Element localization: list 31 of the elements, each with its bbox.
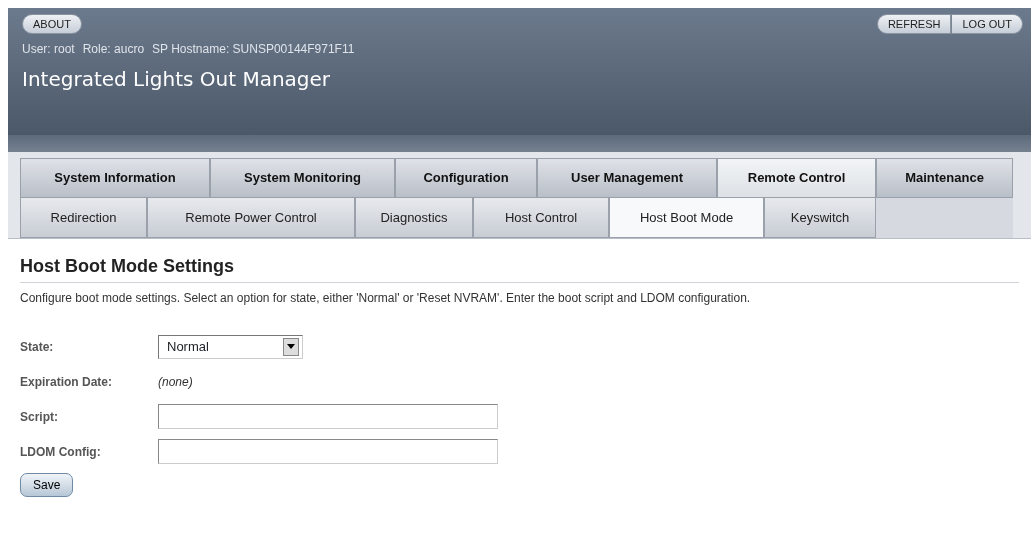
sub-tab[interactable]: Diagnostics (355, 198, 473, 238)
about-button[interactable]: ABOUT (22, 14, 82, 34)
nav-tab[interactable]: User Management (537, 158, 717, 198)
input-field[interactable] (158, 439, 498, 464)
logout-button[interactable]: LOG OUT (951, 14, 1023, 34)
nav-tab[interactable]: Remote Control (717, 158, 876, 198)
nav-tab[interactable]: System Monitoring (210, 158, 395, 198)
sub-tab[interactable]: Keyswitch (764, 198, 876, 238)
caret-icon (283, 337, 299, 356)
sub-tab[interactable]: Host Control (473, 198, 609, 238)
sub-tab[interactable]: Remote Power Control (147, 198, 355, 238)
input-field[interactable] (158, 404, 498, 429)
expiration-value: (none) (158, 373, 193, 391)
nav-tab[interactable]: System Information (20, 158, 210, 198)
section-heading: Host Boot Mode Settings (20, 253, 1019, 283)
user-info-text: Role: aucro (82, 41, 145, 58)
nav-tab[interactable]: Configuration (395, 158, 537, 198)
field-label: Script: (20, 408, 59, 426)
state-dropdown[interactable]: Normal (158, 334, 303, 359)
save-button[interactable]: Save (20, 473, 74, 497)
description-text: Configure boot mode settings. Select an option for state, either 'Normal' or 'Reset NVRAM'. Enter the boot script and LDOM configuration. (20, 290, 752, 307)
refresh-button[interactable]: REFRESH (876, 14, 952, 34)
nav-tab[interactable]: Maintenance (876, 158, 1013, 198)
user-info-text: SP Hostname: SUNSP00144F971F11 (152, 41, 355, 58)
sub-tab[interactable]: Host Boot Mode (609, 198, 764, 238)
field-label: State: (20, 338, 55, 356)
app-title: Integrated Lights Out Manager (22, 66, 332, 93)
field-label: LDOM Config: (20, 443, 102, 461)
field-label: Expiration Date: (20, 373, 113, 391)
sub-tab[interactable]: Redirection (20, 198, 147, 238)
user-info-text: User: root (22, 41, 75, 58)
